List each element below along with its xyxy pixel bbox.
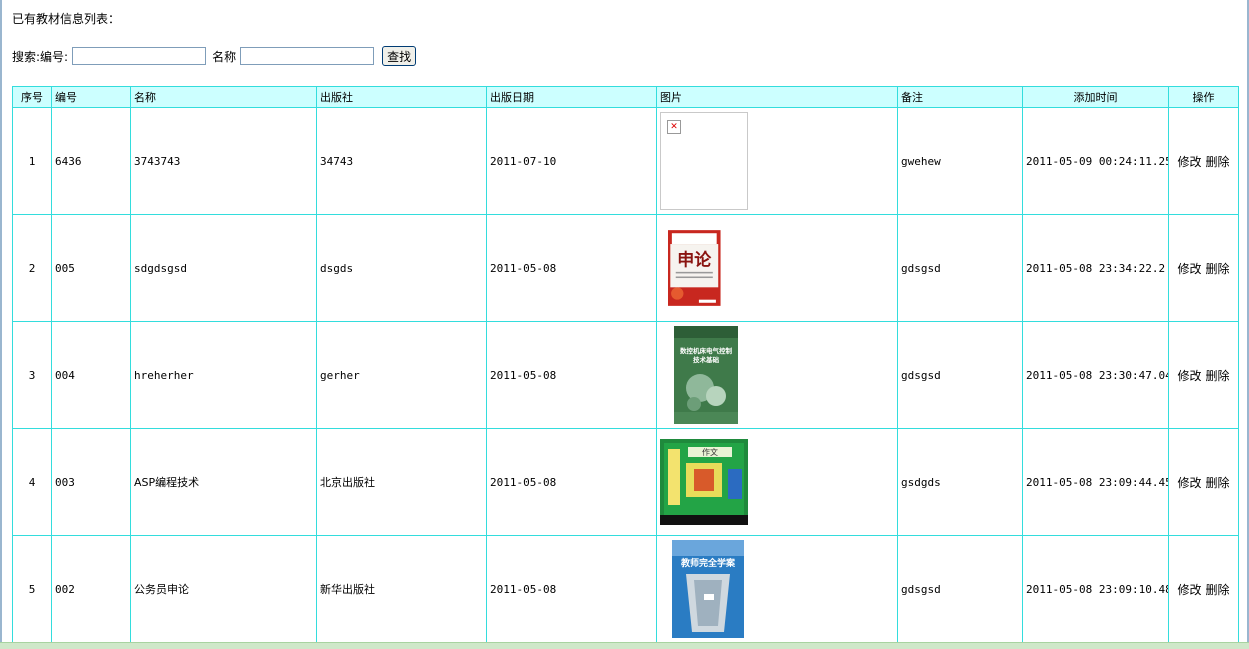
- cell-note: gsdgds: [897, 428, 1023, 536]
- cell-seq: 1: [12, 107, 52, 215]
- cover-title-text: 作文: [702, 447, 718, 457]
- cell-added-time: 2011-05-08 23:09:10.48: [1022, 535, 1169, 643]
- header-name: 名称: [130, 86, 317, 108]
- cell-pub-date: 2011-05-08: [486, 428, 657, 536]
- header-code: 编号: [51, 86, 131, 108]
- cover-title-text: 教师完全学案: [680, 557, 736, 569]
- cell-name: hreherher: [130, 321, 317, 429]
- table-row: 2 005 sdgdsgsd dsgds 2011-05-08 申论 gdsgs…: [12, 214, 1239, 322]
- cell-pub-date: 2011-07-10: [486, 107, 657, 215]
- edit-link[interactable]: 修改: [1177, 476, 1201, 490]
- cell-note: gdsgsd: [897, 321, 1023, 429]
- bottom-status-strip: [0, 642, 1249, 649]
- cell-publisher: 北京出版社: [316, 428, 487, 536]
- search-button[interactable]: 查找: [382, 46, 417, 66]
- cell-code: 002: [51, 535, 131, 643]
- cell-operations: 修改 删除: [1168, 321, 1239, 429]
- cell-code: 005: [51, 214, 131, 322]
- header-added-time: 添加时间: [1022, 86, 1169, 108]
- table-row: 4 003 ASP编程技术 北京出版社 2011-05-08 作文 gsdgds: [12, 428, 1239, 536]
- cell-operations: 修改 删除: [1168, 107, 1239, 215]
- cell-publisher: gerher: [316, 321, 487, 429]
- header-operations: 操作: [1168, 86, 1239, 108]
- header-note: 备注: [897, 86, 1023, 108]
- cell-pub-date: 2011-05-08: [486, 214, 657, 322]
- cell-pub-date: 2011-05-08: [486, 535, 657, 643]
- cell-name: 公务员申论: [130, 535, 317, 643]
- cell-code: 003: [51, 428, 131, 536]
- search-name-input[interactable]: [240, 47, 375, 65]
- left-frame-border: [0, 0, 2, 649]
- delete-link[interactable]: 删除: [1206, 155, 1230, 169]
- table-row: 1 6436 3743743 34743 2011-07-10 ✕ gwehew…: [12, 107, 1239, 215]
- cell-name: ASP编程技术: [130, 428, 317, 536]
- cover-title-text: 申论: [677, 250, 712, 271]
- search-code-input[interactable]: [72, 47, 207, 65]
- cell-publisher: dsgds: [316, 214, 487, 322]
- cell-code: 6436: [51, 107, 131, 215]
- broken-image-icon: ✕: [660, 112, 748, 210]
- search-code-label: 搜索:编号:: [12, 49, 69, 64]
- cell-added-time: 2011-05-08 23:30:47.043: [1022, 321, 1169, 429]
- cell-image: 教师完全学案: [656, 535, 898, 643]
- book-cover-green-image[interactable]: 数控机床电气控制 技术基础: [674, 326, 738, 424]
- cell-seq: 3: [12, 321, 52, 429]
- cell-seq: 5: [12, 535, 52, 643]
- delete-link[interactable]: 删除: [1206, 262, 1230, 276]
- table-row: 5 002 公务员申论 新华出版社 2011-05-08 教师完全学案 gdsg…: [12, 535, 1239, 643]
- header-publisher: 出版社: [316, 86, 487, 108]
- edit-link[interactable]: 修改: [1177, 369, 1201, 383]
- cell-note: gdsgsd: [897, 535, 1023, 643]
- edit-link[interactable]: 修改: [1177, 155, 1201, 169]
- cover-title-line2: 技术基础: [693, 355, 720, 364]
- cell-note: gwehew: [897, 107, 1023, 215]
- table-header-row: 序号 编号 名称 出版社 出版日期 图片 备注 添加时间 操作: [12, 86, 1239, 108]
- search-name-label: 名称: [212, 49, 237, 64]
- delete-link[interactable]: 删除: [1206, 583, 1230, 597]
- cell-image: 数控机床电气控制 技术基础: [656, 321, 898, 429]
- delete-link[interactable]: 删除: [1206, 369, 1230, 383]
- page-title: 已有教材信息列表：: [12, 12, 121, 26]
- cell-added-time: 2011-05-08 23:09:44.45: [1022, 428, 1169, 536]
- cell-pub-date: 2011-05-08: [486, 321, 657, 429]
- cell-code: 004: [51, 321, 131, 429]
- book-table: 序号 编号 名称 出版社 出版日期 图片 备注 添加时间 操作 1 6436 3…: [12, 86, 1239, 643]
- cell-note: gdsgsd: [897, 214, 1023, 322]
- cell-image: ✕: [656, 107, 898, 215]
- header-seq: 序号: [12, 86, 52, 108]
- table-row: 3 004 hreherher gerher 2011-05-08 数控机床电气…: [12, 321, 1239, 429]
- cell-name: 3743743: [130, 107, 317, 215]
- book-cover-blue-image[interactable]: 教师完全学案: [672, 540, 744, 638]
- header-pub-date: 出版日期: [486, 86, 657, 108]
- cell-seq: 2: [12, 214, 52, 322]
- cell-image: 作文: [656, 428, 898, 536]
- cell-operations: 修改 删除: [1168, 214, 1239, 322]
- cell-publisher: 34743: [316, 107, 487, 215]
- search-bar: 搜索:编号: 名称 查找: [12, 46, 417, 66]
- edit-link[interactable]: 修改: [1177, 262, 1201, 276]
- cell-operations: 修改 删除: [1168, 535, 1239, 643]
- book-cover-multicolor-image[interactable]: 作文: [660, 439, 748, 525]
- book-cover-red-image[interactable]: 申论: [668, 219, 736, 317]
- cover-title-line1: 数控机床电气控制: [680, 346, 733, 355]
- edit-link[interactable]: 修改: [1177, 583, 1201, 597]
- cell-publisher: 新华出版社: [316, 535, 487, 643]
- cell-added-time: 2011-05-08 23:34:22.2: [1022, 214, 1169, 322]
- cell-added-time: 2011-05-09 00:24:11.25: [1022, 107, 1169, 215]
- cell-operations: 修改 删除: [1168, 428, 1239, 536]
- cell-seq: 4: [12, 428, 52, 536]
- delete-link[interactable]: 删除: [1206, 476, 1230, 490]
- cell-name: sdgdsgsd: [130, 214, 317, 322]
- cell-image: 申论: [656, 214, 898, 322]
- header-image: 图片: [656, 86, 898, 108]
